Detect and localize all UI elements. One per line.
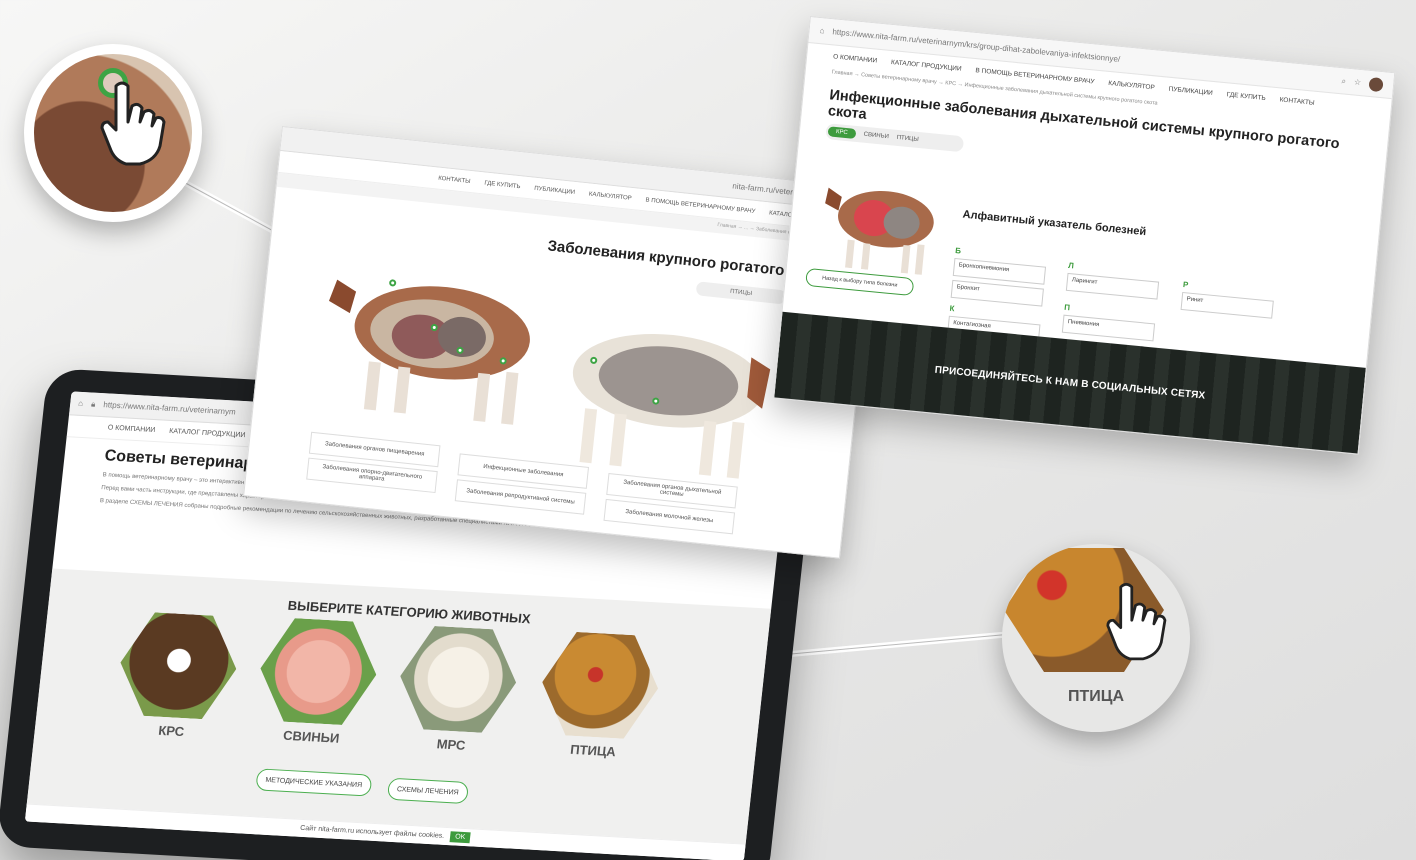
nav-item[interactable]: В ПОМОЩЬ ВЕТЕРИНАРНОМУ ВРАЧУ <box>645 197 755 214</box>
respiratory-diseases-screenshot: ⌂ https://www.nita-farm.ru/veterinarnym/… <box>773 16 1396 455</box>
search-icon[interactable]: ⌕ <box>1341 76 1346 86</box>
callout-poultry: ПТИЦА <box>1002 544 1190 732</box>
letter-b: Б <box>954 246 962 256</box>
treatment-schemes-button[interactable]: СХЕМЫ ЛЕЧЕНИЯ <box>386 777 469 805</box>
nav-item[interactable]: КАЛЬКУЛЯТОР <box>589 191 632 201</box>
disease-link[interactable]: Бронхит <box>950 279 1044 307</box>
callout-cow-ear <box>24 44 202 222</box>
cow-anatomy-rear-illustration <box>572 333 771 479</box>
cow-anatomy-side-illustration <box>328 279 530 425</box>
pointing-hand-icon <box>1106 582 1167 661</box>
nav-item[interactable]: ПУБЛИКАЦИИ <box>534 185 575 195</box>
letter-r: Р <box>1182 280 1189 290</box>
cookie-text: Сайт nita-farm.ru использует файлы cooki… <box>299 824 445 840</box>
nav-item[interactable]: ПУБЛИКАЦИИ <box>1168 85 1213 96</box>
letter-k: К <box>949 303 955 314</box>
nav-item[interactable]: ГДЕ КУПИТЬ <box>484 180 521 190</box>
nav-item[interactable]: КОНТАКТЫ <box>1279 96 1315 106</box>
profile-avatar[interactable] <box>1368 76 1384 92</box>
nav-item-company[interactable]: О КОМПАНИИ <box>107 424 155 434</box>
home-icon[interactable]: ⌂ <box>78 399 84 408</box>
nav-item[interactable]: КАТАЛОГ ПРОДУКЦИИ <box>891 58 962 72</box>
tab-birds[interactable]: ПТИЦЫ <box>896 135 919 143</box>
nav-item[interactable]: КАЛЬКУЛЯТОР <box>1108 79 1155 90</box>
disease-link[interactable]: Пневмония <box>1061 314 1156 342</box>
tab-krs[interactable]: КРС <box>827 126 857 139</box>
mid-animal-tab[interactable]: ПТИЦЫ <box>695 281 787 305</box>
nav-item[interactable]: ГДЕ КУПИТЬ <box>1226 91 1266 102</box>
nav-item[interactable]: О КОМПАНИИ <box>833 53 878 64</box>
home-icon[interactable]: ⌂ <box>819 26 825 35</box>
letter-l: Л <box>1067 260 1075 271</box>
letter-p: П <box>1063 302 1071 313</box>
tablet-url[interactable]: https://www.nita-farm.ru/veterinarnym <box>103 400 236 416</box>
callout-poultry-label: ПТИЦА <box>1067 688 1124 705</box>
disease-link[interactable]: Ринит <box>1180 291 1274 319</box>
pointing-hand-icon <box>100 81 166 166</box>
tab-pigs[interactable]: СВИНЬИ <box>863 132 889 140</box>
lock-icon: 🔒︎ <box>90 398 96 409</box>
star-icon[interactable]: ☆ <box>1354 77 1362 87</box>
cow-lungs-illustration <box>825 187 934 275</box>
cookie-ok-button[interactable]: OK <box>449 831 471 844</box>
nav-item[interactable]: КОНТАКТЫ <box>438 175 471 184</box>
disease-link[interactable]: Ларингит <box>1065 272 1160 300</box>
nav-item-catalog[interactable]: КАТАЛОГ ПРОДУКЦИИ <box>169 428 246 439</box>
alphabet-index-title: Алфавитный указатель болезней <box>962 208 1147 239</box>
